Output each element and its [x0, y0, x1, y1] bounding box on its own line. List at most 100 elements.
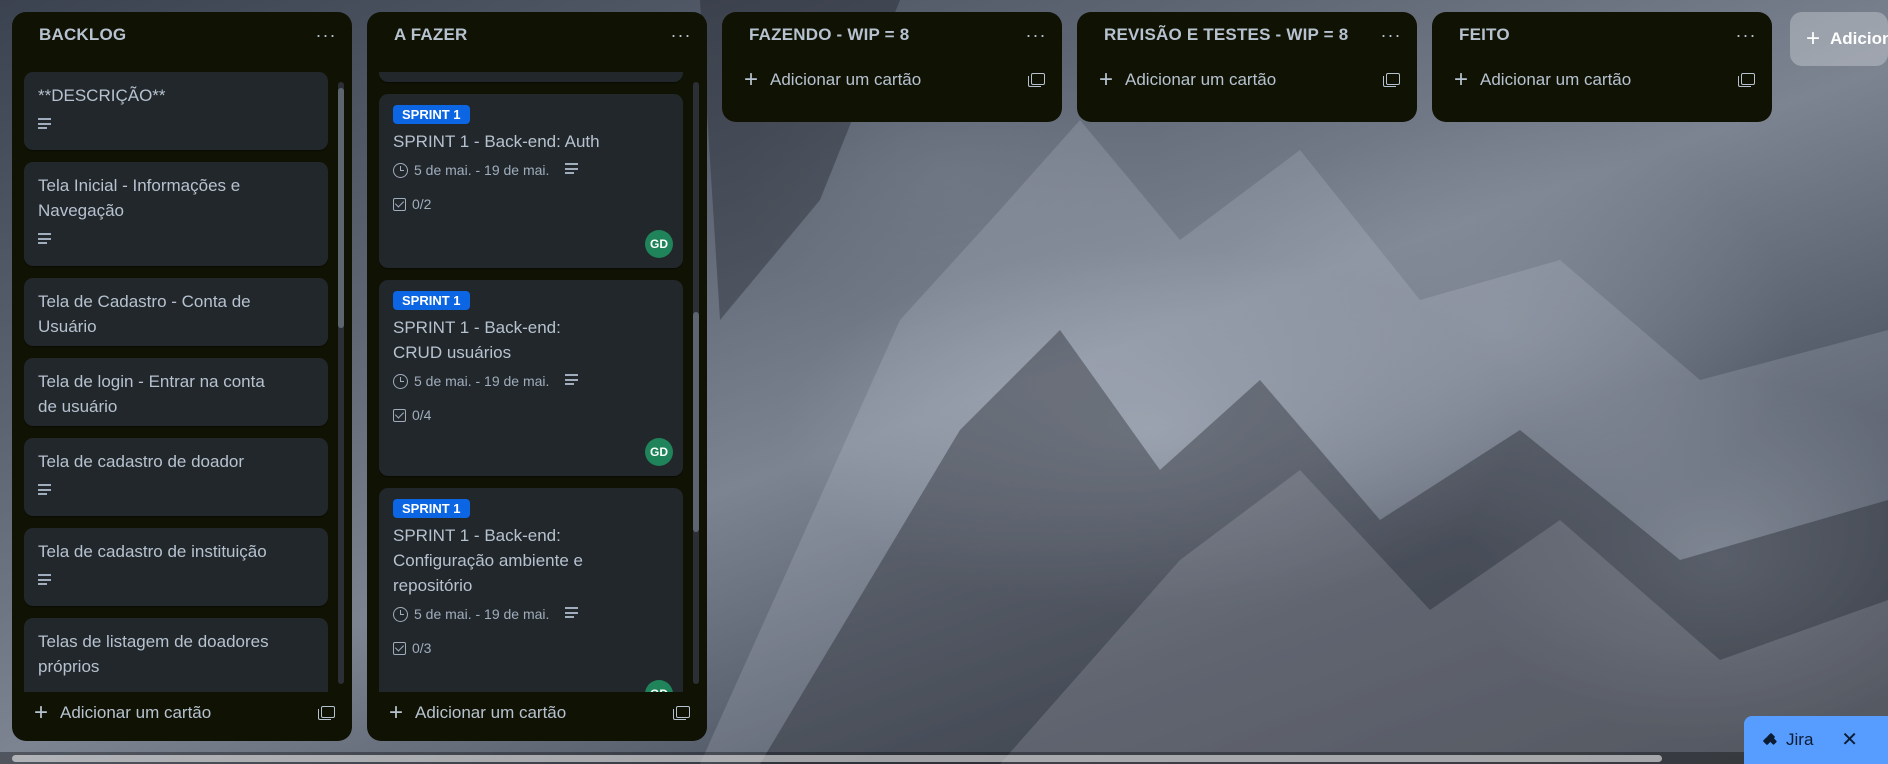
description-icon [565, 374, 579, 388]
list-title[interactable]: REVISÃO E TESTES - WIP = 8 [1104, 25, 1348, 45]
plus-icon: + [34, 699, 49, 726]
add-list-button[interactable]: + Adicionar outra lista [1790, 12, 1888, 66]
scrollbar[interactable] [693, 82, 699, 684]
due-date-text: 5 de mai. - 19 de mai. [414, 373, 550, 389]
add-card-label: Adicionar um cartão [1480, 70, 1632, 89]
card-title: Telas de listagem de doadores próprios [38, 632, 269, 676]
card-template-icon[interactable] [1383, 73, 1400, 87]
card-title: Tela de Cadastro - Conta de Usuário [38, 292, 251, 336]
add-card-label: Adicionar um cartão [1125, 70, 1277, 89]
list-header: REVISÃO E TESTES - WIP = 8 ··· [1077, 12, 1417, 58]
card-badges: 5 de mai. - 19 de mai. [393, 373, 669, 389]
list-a-fazer: A FAZER ··· SPRINT 1 SPRINT 1 - Back-end… [367, 12, 707, 741]
member-avatar[interactable]: GD [645, 230, 673, 258]
card-badges: 5 de mai. - 19 de mai. [393, 606, 669, 622]
scrollbar-thumb[interactable] [693, 312, 699, 532]
card[interactable]: Tela de cadastro de instituição [24, 528, 328, 606]
description-icon [38, 118, 51, 129]
card[interactable]: Tela Inicial - Informações e Navegação [24, 162, 328, 266]
card[interactable]: SPRINT 1 SPRINT 1 - Back-end: Configuraç… [379, 488, 683, 692]
scrollbar-thumb[interactable] [12, 755, 1662, 762]
card[interactable]: SPRINT 1 SPRINT 1 - Back-end: CRUD usuár… [379, 280, 683, 476]
card-template-icon[interactable] [1738, 73, 1755, 87]
description-icon [565, 607, 579, 621]
plus-icon: + [1099, 66, 1114, 93]
checklist-count: 0/2 [412, 196, 432, 212]
clock-icon [393, 606, 408, 622]
card-template-icon[interactable] [318, 706, 335, 720]
member-avatar[interactable]: GD [645, 438, 673, 466]
card[interactable]: **DESCRIÇÃO** [24, 72, 328, 150]
card-partial[interactable] [379, 72, 683, 82]
card[interactable]: Tela de cadastro de doador [24, 438, 328, 516]
list-menu-icon[interactable]: ··· [1732, 25, 1760, 45]
list-title[interactable]: FEITO [1459, 25, 1510, 45]
card-list: **DESCRIÇÃO** Tela Inicial - Informações… [24, 72, 328, 692]
card-label[interactable]: SPRINT 1 [393, 105, 470, 124]
add-card-button[interactable]: + Adicionar um cartão [1085, 60, 1409, 100]
card-badges: 0/2 [393, 196, 669, 212]
description-icon [565, 163, 579, 177]
close-icon[interactable]: ✕ [1841, 727, 1858, 752]
description-icon [38, 484, 51, 495]
plus-icon: + [744, 66, 759, 93]
list-fazendo: FAZENDO - WIP = 8 ··· + Adicionar um car… [722, 12, 1062, 122]
card-label[interactable]: SPRINT 1 [393, 499, 470, 518]
description-icon [38, 233, 51, 244]
list-title[interactable]: BACKLOG [39, 25, 126, 45]
list-header: BACKLOG ··· [12, 12, 352, 58]
card-title: Tela Inicial - Informações e Navegação [38, 176, 241, 220]
list-title[interactable]: FAZENDO - WIP = 8 [749, 25, 909, 45]
list-title[interactable]: A FAZER [394, 25, 468, 45]
card-label[interactable]: SPRINT 1 [393, 291, 470, 310]
scrollbar-thumb[interactable] [338, 88, 344, 328]
clock-icon [393, 373, 408, 389]
card[interactable]: Tela de login - Entrar na conta de usuár… [24, 358, 328, 426]
add-card-button[interactable]: + Adicionar um cartão [375, 693, 699, 733]
add-card-button[interactable]: + Adicionar um cartão [20, 693, 344, 733]
plus-icon: + [1454, 66, 1469, 93]
add-card-label: Adicionar um cartão [770, 70, 922, 89]
checklist-badge: 0/4 [393, 407, 431, 423]
scrollbar[interactable] [338, 82, 344, 684]
board-horizontal-scrollbar[interactable] [0, 752, 1888, 764]
list-menu-icon[interactable]: ··· [1022, 25, 1050, 45]
list-menu-icon[interactable]: ··· [667, 25, 695, 45]
card[interactable]: Telas de listagem de doadores próprios [24, 618, 328, 692]
checklist-badge: 0/2 [393, 196, 431, 212]
card[interactable]: SPRINT 1 SPRINT 1 - Back-end: Auth 5 de … [379, 94, 683, 268]
list-menu-icon[interactable]: ··· [312, 25, 340, 45]
list-header: A FAZER ··· [367, 12, 707, 58]
add-card-label: Adicionar um cartão [415, 703, 567, 722]
add-card-button[interactable]: + Adicionar um cartão [730, 60, 1054, 100]
checklist-badge: 0/3 [393, 640, 431, 656]
list-revisao-e-testes: REVISÃO E TESTES - WIP = 8 ··· + Adicion… [1077, 12, 1417, 122]
checklist-count: 0/3 [412, 640, 432, 656]
card-badges: 5 de mai. - 19 de mai. [393, 162, 669, 178]
due-date-text: 5 de mai. - 19 de mai. [414, 606, 550, 622]
jira-widget[interactable]: Jira ✕ [1744, 716, 1888, 764]
card-title: Tela de login - Entrar na conta de usuár… [38, 372, 265, 416]
list-backlog: BACKLOG ··· **DESCRIÇÃO** Tela Inicial -… [12, 12, 352, 741]
add-card-button[interactable]: + Adicionar um cartão [1440, 60, 1764, 100]
card-title: **DESCRIÇÃO** [38, 86, 166, 105]
due-date-text: 5 de mai. - 19 de mai. [414, 162, 550, 178]
card-badges: 0/4 [393, 407, 669, 423]
card-template-icon[interactable] [673, 706, 690, 720]
plus-icon: + [1806, 25, 1821, 52]
list-menu-icon[interactable]: ··· [1377, 25, 1405, 45]
clock-icon [393, 162, 408, 178]
jira-icon [1762, 732, 1778, 748]
card-template-icon[interactable] [1028, 73, 1045, 87]
list-header: FAZENDO - WIP = 8 ··· [722, 12, 1062, 58]
due-date-badge[interactable]: 5 de mai. - 19 de mai. [393, 162, 549, 178]
checklist-icon [393, 641, 406, 655]
member-avatar[interactable]: GD [645, 680, 673, 692]
card-title: Tela de cadastro de doador [38, 452, 245, 471]
card-title: SPRINT 1 - Back-end: Auth [393, 132, 600, 151]
due-date-badge[interactable]: 5 de mai. - 19 de mai. [393, 373, 549, 389]
jira-label: Jira [1786, 730, 1814, 749]
due-date-badge[interactable]: 5 de mai. - 19 de mai. [393, 606, 549, 622]
card[interactable]: Tela de Cadastro - Conta de Usuário [24, 278, 328, 346]
card-badges: 0/3 [393, 640, 669, 656]
